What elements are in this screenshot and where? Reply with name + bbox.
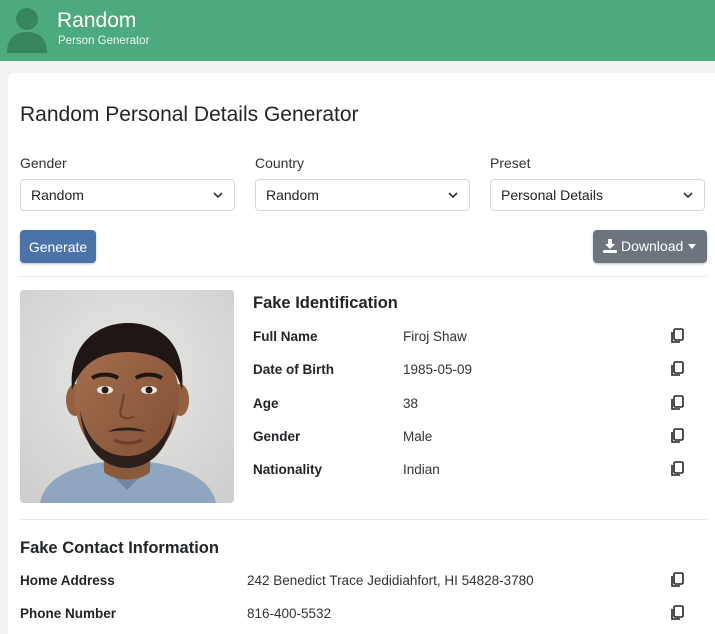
dob-value: 1985-05-09 (403, 362, 473, 377)
portrait-image (20, 290, 234, 503)
full-name-label: Full Name (253, 329, 318, 344)
identification-title: Fake Identification (253, 294, 398, 312)
nationality-value: Indian (403, 462, 440, 477)
full-name-value: Firoj Shaw (403, 329, 467, 344)
nationality-label: Nationality (253, 462, 323, 477)
country-label: Country (255, 155, 305, 171)
gender-row-label: Gender (253, 429, 301, 444)
home-address-label: Home Address (20, 573, 115, 588)
phone-number-label: Phone Number (20, 606, 117, 621)
dob-label: Date of Birth (253, 362, 334, 377)
copy-icon[interactable] (670, 572, 684, 588)
gender-label: Gender (20, 155, 67, 171)
phone-number-value: 816-400-5532 (247, 606, 332, 621)
copy-icon[interactable] (670, 428, 684, 444)
divider (20, 519, 707, 520)
country-select-value: Random (266, 187, 319, 203)
download-icon (603, 239, 617, 253)
top-bar: Random Person Generator (0, 0, 715, 61)
caret-down-icon (688, 244, 696, 249)
preset-label: Preset (490, 155, 531, 171)
copy-icon[interactable] (670, 395, 684, 411)
age-value: 38 (403, 396, 419, 411)
profile-photo (20, 290, 234, 503)
copy-icon[interactable] (670, 605, 684, 621)
country-select[interactable]: Random (255, 179, 470, 211)
generate-button[interactable]: Generate (20, 230, 96, 263)
chevron-down-icon (213, 192, 223, 199)
gender-row-value: Male (403, 429, 433, 444)
copy-icon[interactable] (670, 461, 684, 477)
copy-icon[interactable] (670, 361, 684, 377)
download-button[interactable]: Download (593, 230, 707, 263)
brand-title[interactable]: Random (57, 8, 136, 34)
download-label: Download (621, 238, 684, 254)
age-label: Age (253, 396, 279, 411)
copy-icon[interactable] (670, 328, 684, 344)
brand-subtitle: Person Generator (58, 35, 150, 47)
person-silhouette-icon[interactable] (6, 5, 48, 53)
divider (20, 276, 707, 277)
chevron-down-icon (448, 192, 458, 199)
preset-select[interactable]: Personal Details (490, 179, 705, 211)
preset-select-value: Personal Details (501, 187, 603, 203)
gender-select[interactable]: Random (20, 179, 235, 211)
home-address-value: 242 Benedict Trace Jedidiahfort, HI 5482… (247, 573, 534, 588)
gender-select-value: Random (31, 187, 84, 203)
contact-title: Fake Contact Information (20, 539, 219, 557)
page-title: Random Personal Details Generator (20, 103, 359, 126)
chevron-down-icon (683, 192, 693, 199)
